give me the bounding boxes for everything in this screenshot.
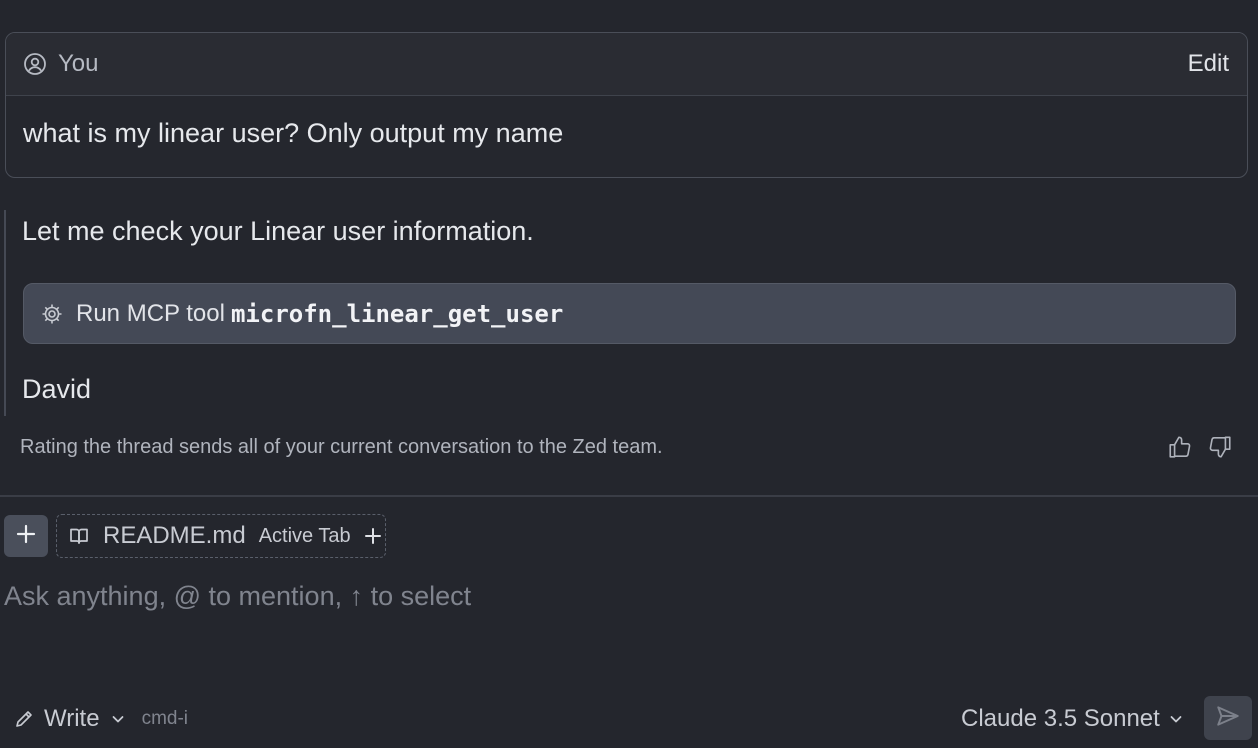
context-chip-readme[interactable]: README.md Active Tab [56,514,386,558]
assistant-response: Let me check your Linear user informatio… [4,210,1254,416]
user-message-header: You Edit [6,33,1247,96]
mode-shortcut: cmd-i [141,708,189,729]
thumbs-down-icon[interactable] [1207,434,1233,460]
plus-icon [15,523,37,550]
rating-note: Rating the thread sends all of your curr… [20,436,663,458]
thumbs-up-icon[interactable] [1167,434,1193,460]
chevron-down-icon [110,711,126,727]
edit-button[interactable]: Edit [1188,50,1229,78]
send-icon [1215,703,1241,734]
model-label: Claude 3.5 Sonnet [961,705,1160,732]
assistant-intro-text: Let me check your Linear user informatio… [22,216,534,246]
model-selector[interactable]: Claude 3.5 Sonnet [961,704,1184,734]
divider [0,495,1258,497]
plus-icon[interactable] [363,526,383,546]
prompt-input[interactable] [4,576,1204,616]
context-chip-tag: Active Tab [258,524,351,547]
gear-icon [40,302,64,326]
chevron-down-icon [1168,711,1184,727]
pencil-icon [14,709,34,729]
book-icon [69,526,89,546]
message-author: You [58,50,99,77]
mode-label: Write [44,705,100,732]
send-button[interactable] [1204,696,1252,740]
context-chip-filename: README.md [103,522,246,549]
mode-selector[interactable]: Write cmd-i [14,704,188,734]
user-circle-icon [23,52,47,76]
assistant-answer-text: David [22,374,92,404]
tool-call-name: microfn_linear_get_user [230,299,564,328]
user-message-card: You Edit what is my linear user? Only ou… [5,32,1248,178]
tool-call-card[interactable]: Run MCP tool microfn_linear_get_user [23,283,1236,344]
tool-call-label: Run MCP tool [76,299,225,327]
add-context-button[interactable] [4,515,48,557]
user-message-text: what is my linear user? Only output my n… [23,118,564,148]
